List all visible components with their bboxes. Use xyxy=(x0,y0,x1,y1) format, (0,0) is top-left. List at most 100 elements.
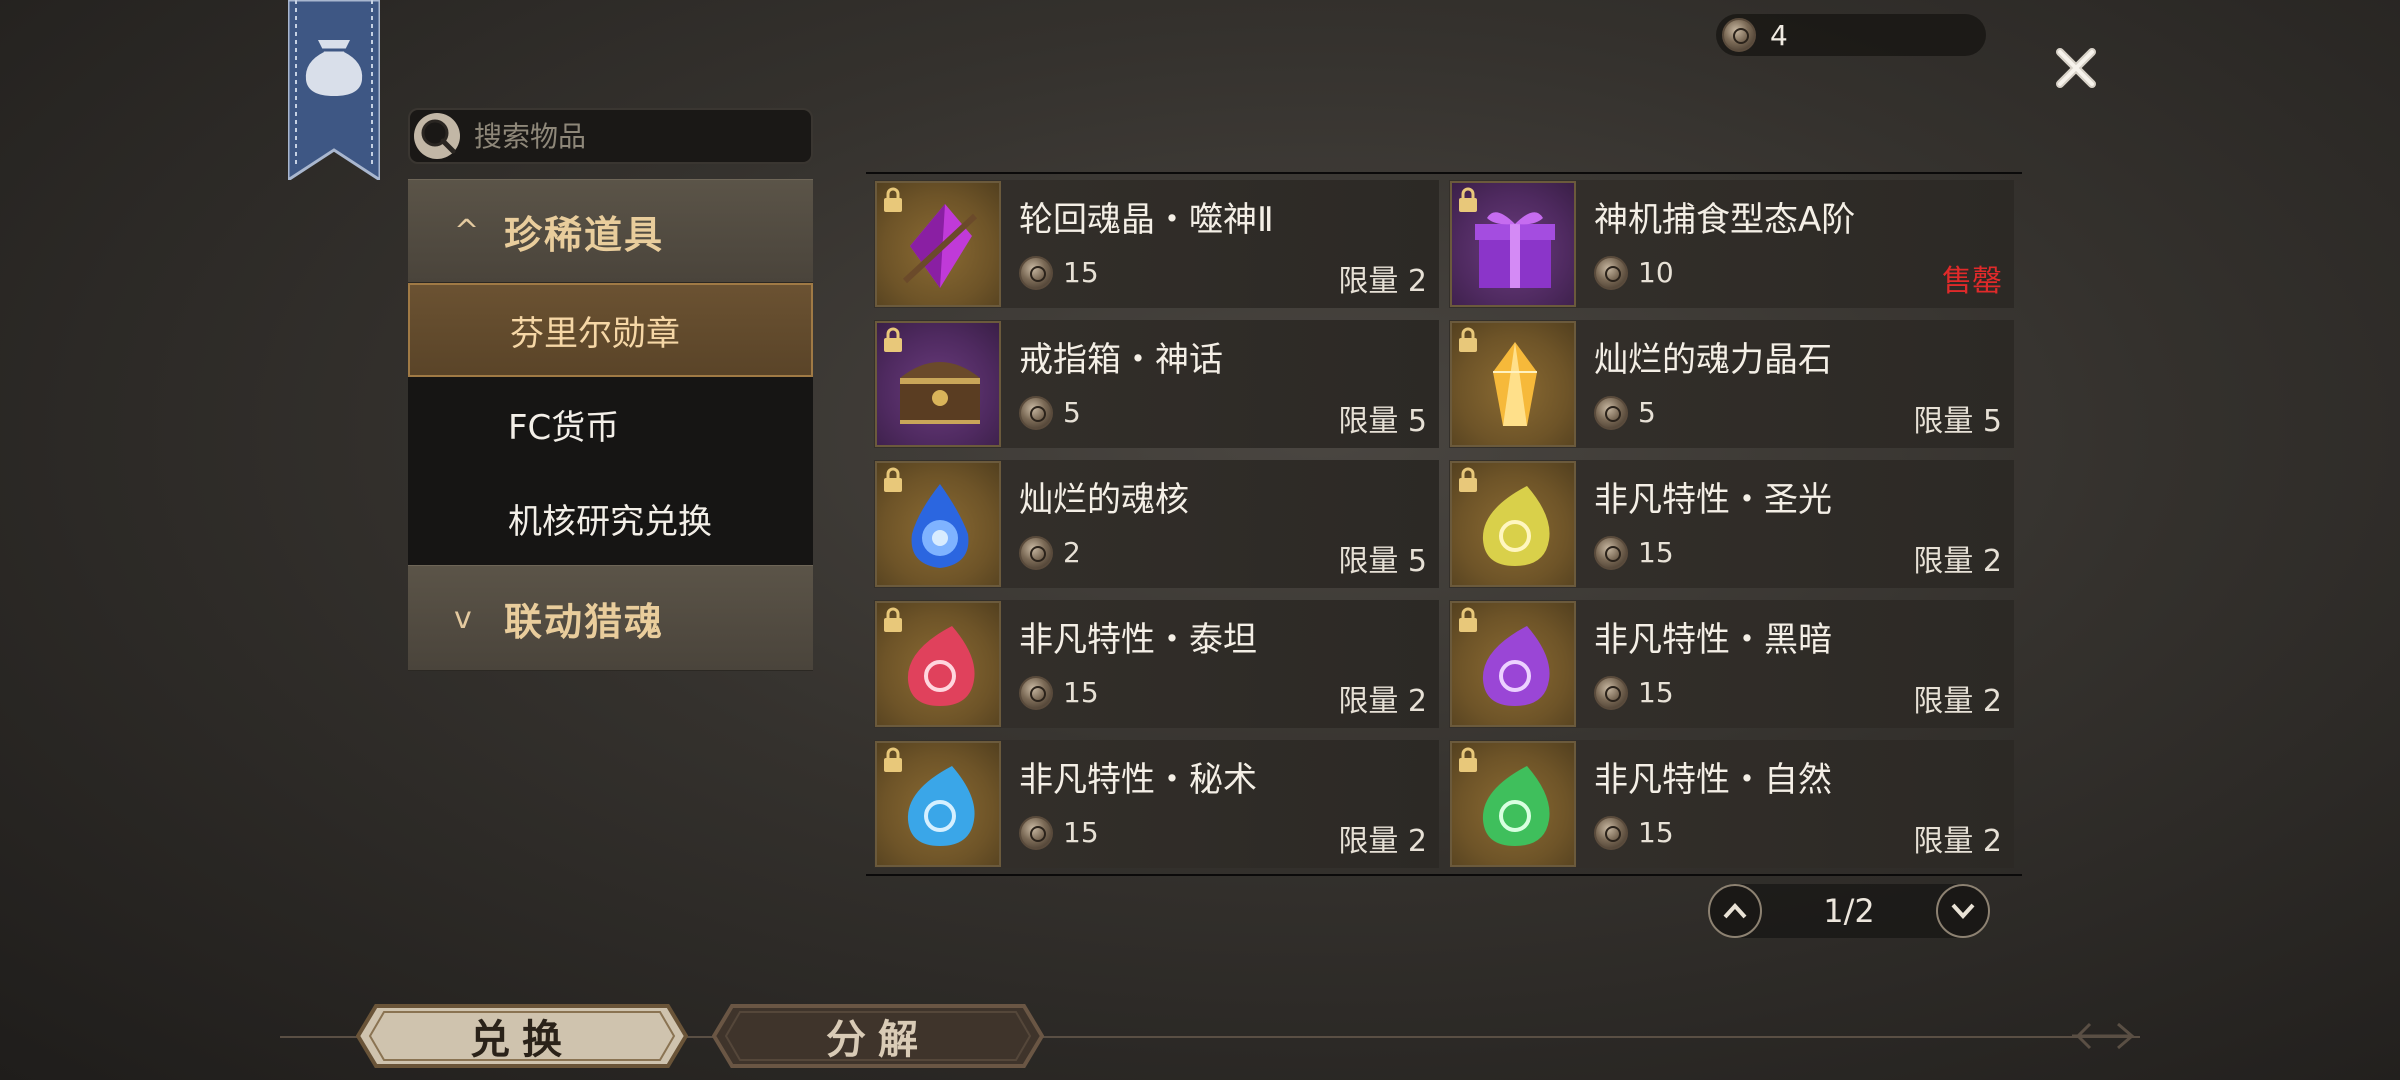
chevron-down-icon: v xyxy=(454,600,472,636)
subcategory-label: FC货币 xyxy=(508,407,620,448)
item-price: 15 xyxy=(1638,536,1674,569)
category-collab-soul-hunt[interactable]: v 联动猎魂 xyxy=(408,565,813,671)
medal-coin-icon xyxy=(1019,536,1053,570)
fenrir-medal-coin-icon xyxy=(1722,18,1756,52)
tab-label: 分解 xyxy=(826,1016,930,1063)
treasure-chest-icon xyxy=(900,362,980,424)
shop-item[interactable]: 戒指箱・神话 5 限量 5 xyxy=(874,320,1439,448)
category-rare-items[interactable]: ^ 珍稀道具 xyxy=(408,179,813,283)
item-thumbnail xyxy=(1450,741,1576,867)
medal-coin-icon xyxy=(1594,256,1628,290)
yellow-drop-icon xyxy=(1482,486,1550,566)
close-icon xyxy=(2056,48,2096,88)
chevron-up-icon: ^ xyxy=(454,213,480,249)
subcategory-fenrir-medal[interactable]: 芬里尔勋章 xyxy=(408,283,813,377)
shop-item[interactable]: 灿烂的魂力晶石 5 限量 5 xyxy=(1449,320,2014,448)
medal-coin-icon xyxy=(1019,676,1053,710)
gift-box-icon xyxy=(1475,212,1555,288)
medal-coin-icon xyxy=(1594,676,1628,710)
item-price: 15 xyxy=(1638,816,1674,849)
subcategory-fc-currency[interactable]: FC货币 xyxy=(408,377,813,471)
item-thumbnail xyxy=(1450,461,1576,587)
tab-label: 兑换 xyxy=(470,1016,574,1063)
item-sold-out: 售罄 xyxy=(1942,264,2002,299)
medal-coin-icon xyxy=(1019,816,1053,850)
item-limit: 限量 5 xyxy=(1338,544,1427,579)
blue-flame-icon xyxy=(911,484,969,568)
medal-coin-icon xyxy=(1594,396,1628,430)
item-price: 15 xyxy=(1063,676,1099,709)
item-price: 5 xyxy=(1638,396,1656,429)
currency-amount: 4 xyxy=(1770,18,1788,52)
item-price: 10 xyxy=(1638,256,1674,289)
purple-crystal-icon xyxy=(902,204,978,288)
item-name: 灿烂的魂核 xyxy=(1019,480,1189,520)
shop-ribbon-banner xyxy=(286,0,382,183)
item-price: 2 xyxy=(1063,536,1081,569)
shop-item[interactable]: 非凡特性・自然 15 限量 2 xyxy=(1449,740,2014,868)
shop-item[interactable]: 非凡特性・黑暗 15 限量 2 xyxy=(1449,600,2014,728)
close-button[interactable] xyxy=(2048,40,2104,96)
item-name: 神机捕食型态A阶 xyxy=(1594,200,1856,240)
item-limit: 限量 2 xyxy=(1338,684,1427,719)
item-price: 5 xyxy=(1063,396,1081,429)
item-limit: 限量 2 xyxy=(1913,544,2002,579)
panel-bottom-divider xyxy=(866,874,2022,876)
item-name: 非凡特性・自然 xyxy=(1594,760,1832,800)
blue-drop-icon xyxy=(907,766,975,846)
page-up-button[interactable] xyxy=(1708,884,1762,938)
shop-item[interactable]: 神机捕食型态A阶 10 售罄 xyxy=(1449,180,2014,308)
subcategory-label: 机核研究兑换 xyxy=(508,501,712,542)
item-thumbnail xyxy=(875,321,1001,447)
item-thumbnail xyxy=(1450,601,1576,727)
medal-coin-icon xyxy=(1594,536,1628,570)
item-limit: 限量 2 xyxy=(1913,824,2002,859)
item-limit: 限量 2 xyxy=(1338,824,1427,859)
search-input[interactable] xyxy=(472,118,796,154)
category-sidebar: ^ 珍稀道具 芬里尔勋章 FC货币 机核研究兑换 v 联动猎魂 xyxy=(408,179,813,671)
item-name: 非凡特性・泰坦 xyxy=(1019,620,1257,660)
category-label: 联动猎魂 xyxy=(504,599,665,644)
search-icon[interactable] xyxy=(412,111,462,161)
category-label: 珍稀道具 xyxy=(504,212,665,257)
shop-item[interactable]: 非凡特性・泰坦 15 限量 2 xyxy=(874,600,1439,728)
item-name: 轮回魂晶・噬神Ⅱ xyxy=(1019,200,1274,240)
item-limit: 限量 2 xyxy=(1338,264,1427,299)
item-price: 15 xyxy=(1063,256,1099,289)
item-thumbnail xyxy=(875,601,1001,727)
shop-item[interactable]: 非凡特性・圣光 15 限量 2 xyxy=(1449,460,2014,588)
item-thumbnail xyxy=(875,461,1001,587)
item-name: 非凡特性・圣光 xyxy=(1594,480,1832,520)
currency-bar: 4 xyxy=(1716,14,1986,56)
tab-decompose[interactable]: 分解 xyxy=(712,1002,1044,1070)
subcategory-core-research-exchange[interactable]: 机核研究兑换 xyxy=(408,471,813,565)
item-name: 非凡特性・秘术 xyxy=(1019,760,1257,800)
subcategory-label: 芬里尔勋章 xyxy=(510,313,680,354)
shop-item[interactable]: 轮回魂晶・噬神Ⅱ 15 限量 2 xyxy=(874,180,1439,308)
red-drop-icon xyxy=(907,626,975,706)
item-price: 15 xyxy=(1063,816,1099,849)
item-name: 戒指箱・神话 xyxy=(1019,340,1223,380)
gold-crystal-icon xyxy=(1493,342,1537,426)
pagination: 1/2 xyxy=(1708,884,1990,938)
violet-drop-icon xyxy=(1482,626,1550,706)
item-price: 15 xyxy=(1638,676,1674,709)
panel-top-divider xyxy=(866,172,2022,174)
item-limit: 限量 5 xyxy=(1913,404,2002,439)
chevron-down-icon xyxy=(1951,903,1975,919)
search-box xyxy=(408,108,813,164)
medal-coin-icon xyxy=(1019,396,1053,430)
item-name: 非凡特性・黑暗 xyxy=(1594,620,1832,660)
chevron-up-icon xyxy=(1723,903,1747,919)
item-name: 灿烂的魂力晶石 xyxy=(1594,340,1832,380)
medal-coin-icon xyxy=(1594,816,1628,850)
tab-exchange[interactable]: 兑换 xyxy=(356,1002,688,1070)
shop-item[interactable]: 灿烂的魂核 2 限量 5 xyxy=(874,460,1439,588)
item-thumbnail xyxy=(1450,321,1576,447)
page-indicator: 1/2 xyxy=(1823,892,1875,930)
shop-item[interactable]: 非凡特性・秘术 15 限量 2 xyxy=(874,740,1439,868)
item-thumbnail xyxy=(875,741,1001,867)
page-down-button[interactable] xyxy=(1936,884,1990,938)
item-grid-panel: 轮回魂晶・噬神Ⅱ 15 限量 2 神机捕食型态A阶 10 售罄 戒指箱・神话 5… xyxy=(866,172,2022,876)
green-drop-icon xyxy=(1482,766,1550,846)
